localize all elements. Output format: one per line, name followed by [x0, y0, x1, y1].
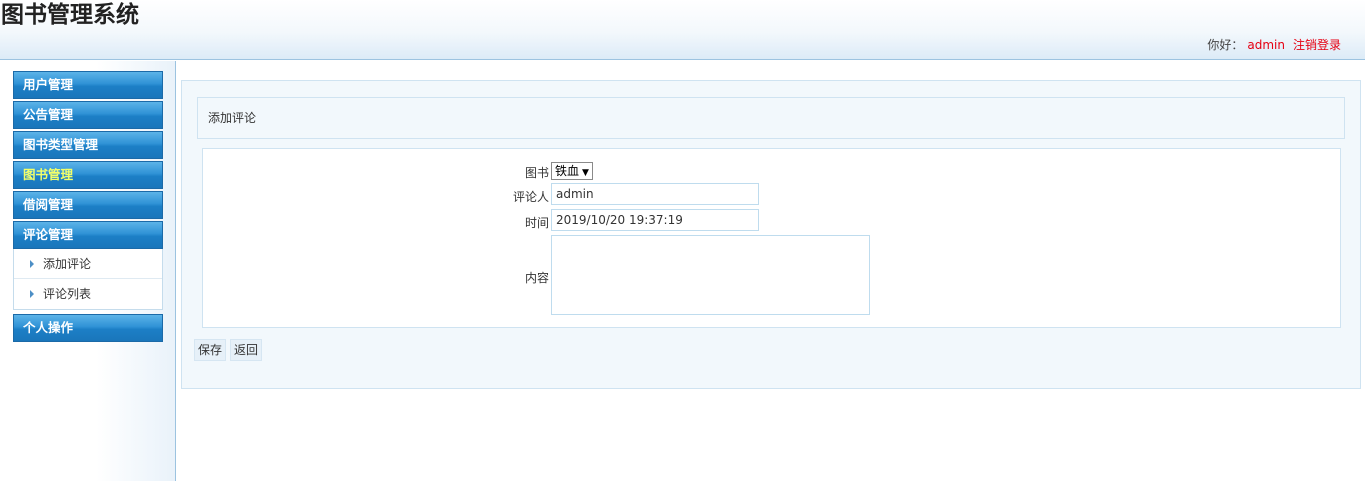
save-button[interactable]: 保存: [194, 339, 227, 361]
menu-book-management[interactable]: 图书管理: [13, 161, 163, 189]
sidebar: 用户管理 公告管理 图书类型管理 图书管理 借阅管理 评论管理 添加评论 评论列…: [0, 61, 176, 481]
menu-comment-management[interactable]: 评论管理: [13, 221, 163, 249]
book-select[interactable]: 铁血 ▼: [551, 162, 593, 180]
comment-submenu: 添加评论 评论列表: [13, 249, 163, 310]
book-label: 图书: [524, 166, 549, 180]
page-title: 添加评论: [197, 97, 1345, 139]
submenu-item-label: 评论列表: [43, 287, 92, 301]
reviewer-input[interactable]: admin: [551, 183, 759, 205]
submenu-item-comment-list[interactable]: 评论列表: [14, 279, 162, 309]
submenu-item-label: 添加评论: [43, 256, 92, 271]
app-title: 图书管理系统: [1, 2, 139, 28]
content-textarea[interactable]: [551, 235, 870, 315]
content-label: 内容: [524, 271, 549, 285]
submenu-item-add-comment[interactable]: 添加评论: [14, 249, 162, 279]
dropdown-arrow-icon: ▼: [582, 168, 589, 178]
sidebar-menu: 用户管理 公告管理 图书类型管理 图书管理 借阅管理 评论管理 添加评论 评论列…: [13, 71, 163, 344]
menu-borrow-management[interactable]: 借阅管理: [13, 191, 163, 219]
user-info: 你好： admin 注销登录: [1207, 38, 1341, 52]
chevron-right-icon: [30, 259, 34, 268]
top-header: 图书管理系统 你好： admin 注销登录: [0, 0, 1365, 60]
menu-book-type-management[interactable]: 图书类型管理: [13, 131, 163, 159]
time-input[interactable]: 2019/10/20 19:37:19: [551, 209, 759, 231]
add-comment-form: 图书 铁血 ▼ 评论人 admin 时间 2019/10/20 19:37:19 …: [202, 148, 1341, 328]
greeting-label: 你好：: [1207, 38, 1244, 52]
reviewer-label: 评论人: [512, 190, 549, 204]
logout-link[interactable]: 注销登录: [1293, 38, 1341, 52]
main-panel: 添加评论 图书 铁血 ▼ 评论人 admin 时间 2019/10/20 19:3…: [181, 80, 1361, 389]
username-link[interactable]: admin: [1247, 38, 1285, 52]
menu-personal-operations[interactable]: 个人操作: [13, 314, 163, 342]
menu-user-management[interactable]: 用户管理: [13, 71, 163, 99]
time-label: 时间: [524, 216, 549, 230]
book-select-value: 铁血: [555, 164, 580, 178]
back-button[interactable]: 返回: [230, 339, 263, 361]
menu-notice-management[interactable]: 公告管理: [13, 101, 163, 129]
chevron-right-icon: [30, 290, 34, 298]
